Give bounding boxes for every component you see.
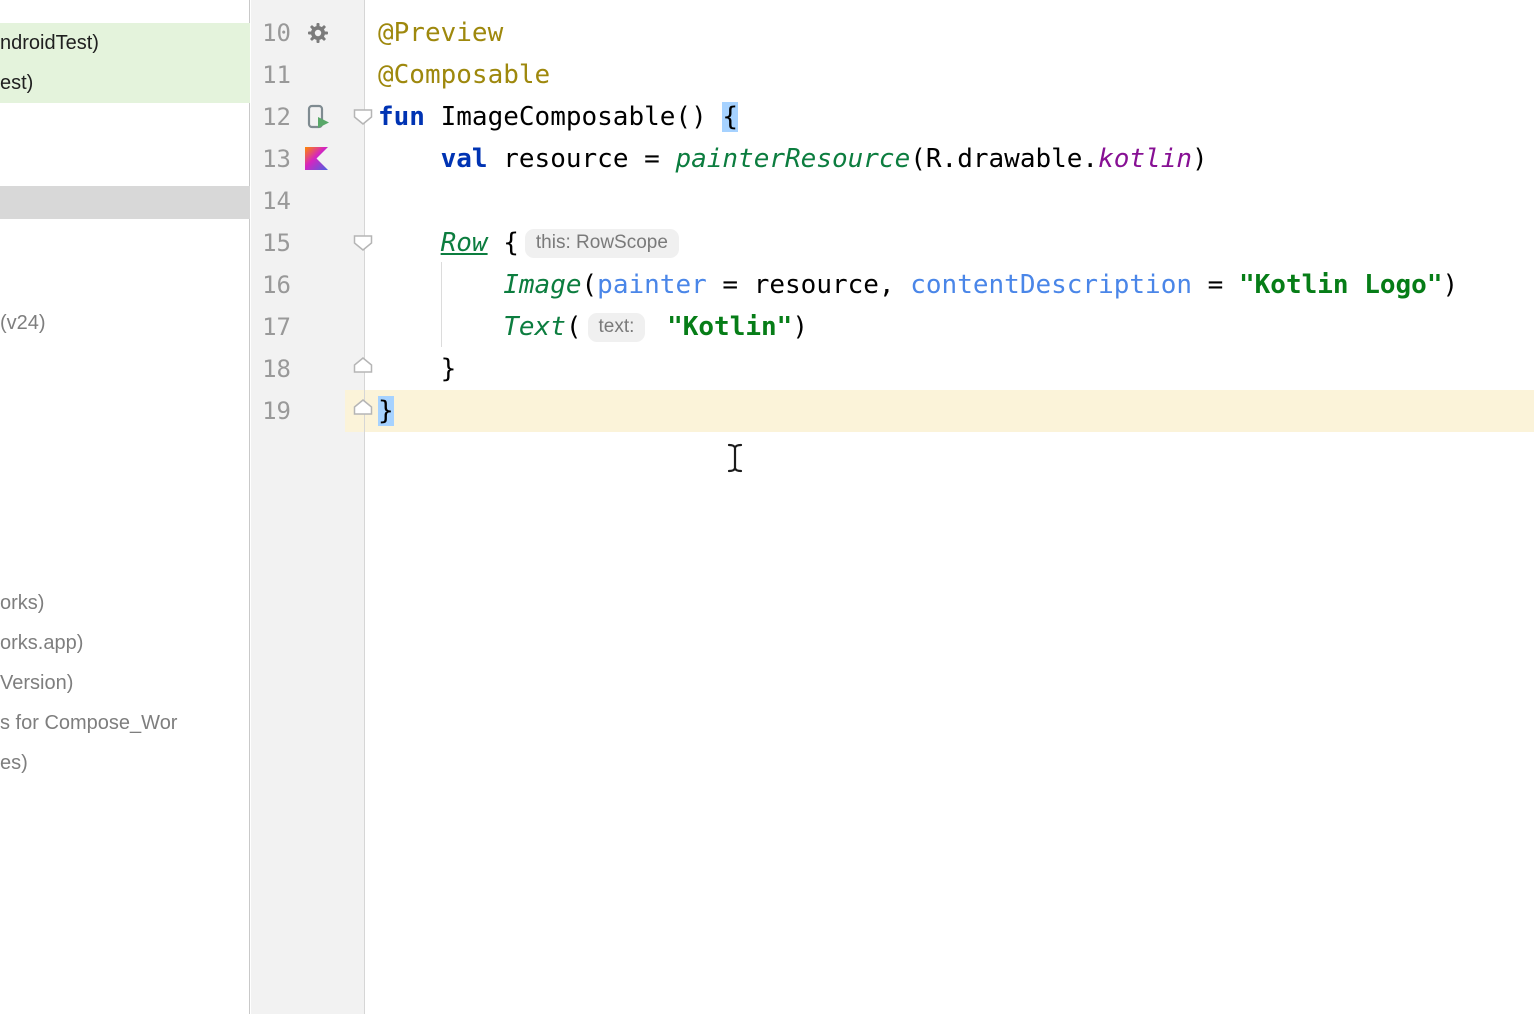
run-preview-icon[interactable] (304, 104, 331, 136)
code-token: @Composable (378, 60, 550, 90)
inlay-hint: this: RowScope (525, 229, 679, 258)
code-token (651, 312, 667, 342)
code-token: = (1192, 270, 1239, 300)
code-token: { (722, 102, 738, 132)
code-token: ( (582, 270, 598, 300)
code-token: ) (792, 312, 808, 342)
gear-icon[interactable] (306, 21, 330, 50)
code-token: fun (378, 102, 425, 132)
code-line[interactable] (365, 180, 1534, 222)
project-tree-item[interactable]: orks.app) (0, 623, 250, 663)
project-tree-item[interactable]: (v24) (0, 303, 250, 343)
project-tree-item[interactable]: orks) (0, 583, 250, 623)
project-tree-item[interactable]: ndroidTest) (0, 23, 250, 63)
code-token: ImageComposable() (425, 102, 722, 132)
kotlin-drawable-preview-icon[interactable] (305, 147, 328, 175)
fold-end-marker-icon[interactable] (352, 398, 374, 416)
code-token: contentDescription (910, 270, 1192, 300)
fold-start-marker-icon[interactable] (352, 108, 374, 126)
fold-end-marker-icon[interactable] (352, 356, 374, 374)
code-token: kotlin (1098, 144, 1192, 174)
code-token: } (378, 354, 456, 384)
code-token: "Kotlin Logo" (1239, 270, 1443, 300)
code-token: } (378, 396, 394, 426)
code-token (378, 144, 441, 174)
code-line[interactable]: Row {this: RowScope (365, 222, 1534, 264)
line-number[interactable]: 19 (251, 390, 291, 432)
line-number[interactable]: 15 (251, 222, 291, 264)
ibeam-text-cursor (726, 443, 744, 478)
inlay-hint: text: (588, 313, 646, 342)
code-line[interactable]: Text(text: "Kotlin") (365, 306, 1534, 348)
line-number[interactable]: 16 (251, 264, 291, 306)
code-token: { (488, 228, 519, 258)
code-token: Text (503, 312, 566, 342)
code-token: = resource, (707, 270, 911, 300)
code-line[interactable]: Image(painter = resource, contentDescrip… (365, 264, 1534, 306)
code-editor-surface[interactable]: @Preview @Composable fun ImageComposable()… (365, 0, 1534, 1014)
code-token: @Preview (378, 18, 503, 48)
project-tree-item[interactable]: s for Compose_Wor (0, 703, 250, 743)
ide-editor-view: ndroidTest) est) (v24) orks) orks.app) V… (0, 0, 1534, 1014)
project-tree-item-selected[interactable] (0, 186, 250, 219)
line-number[interactable]: 13 (251, 138, 291, 180)
code-line[interactable]: @Composable (365, 54, 1534, 96)
code-line[interactable]: fun ImageComposable() { (365, 96, 1534, 138)
line-number[interactable]: 18 (251, 348, 291, 390)
project-tree-item[interactable]: est) (0, 63, 250, 103)
code-token: painter (597, 270, 707, 300)
code-line[interactable]: val resource = painterResource(R.drawabl… (365, 138, 1534, 180)
fold-start-marker-icon[interactable] (352, 234, 374, 252)
line-number[interactable]: 17 (251, 306, 291, 348)
code-line[interactable]: } (365, 390, 1534, 432)
code-token: painterResource (675, 144, 910, 174)
code-token: (R.drawable. (910, 144, 1098, 174)
code-token (378, 270, 503, 300)
project-tree-panel: ndroidTest) est) (v24) orks) orks.app) V… (0, 0, 250, 1014)
code-token: Image (503, 270, 581, 300)
line-number[interactable]: 11 (251, 54, 291, 96)
project-tree-item[interactable]: es) (0, 743, 250, 783)
line-number[interactable]: 14 (251, 180, 291, 222)
code-token: resource = (488, 144, 676, 174)
line-number[interactable]: 10 (251, 12, 291, 54)
code-token: "Kotlin" (667, 312, 792, 342)
code-token: val (441, 144, 488, 174)
code-token: ( (566, 312, 582, 342)
code-token (378, 312, 503, 342)
code-token: ) (1192, 144, 1208, 174)
code-line[interactable]: } (365, 348, 1534, 390)
code-token: Row (441, 228, 488, 258)
code-line[interactable]: @Preview (365, 12, 1534, 54)
line-number[interactable]: 12 (251, 96, 291, 138)
code-token (378, 228, 441, 258)
code-token: ) (1442, 270, 1458, 300)
project-tree-item[interactable]: Version) (0, 663, 250, 703)
